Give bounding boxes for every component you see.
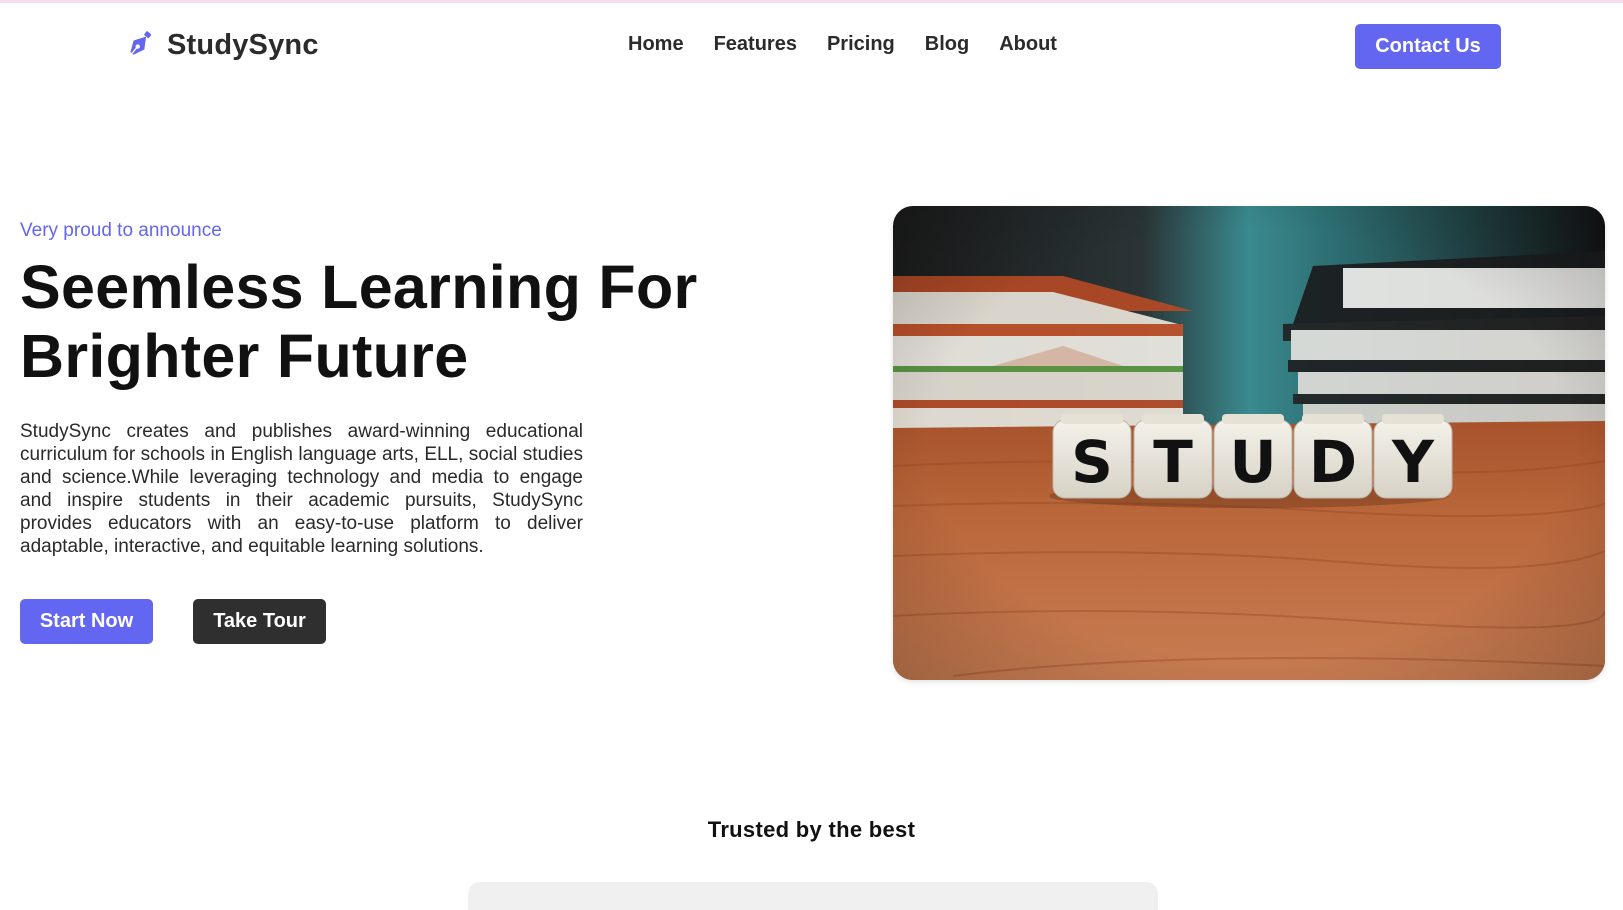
- hero-description: StudySync creates and publishes award-wi…: [20, 421, 583, 557]
- hero-eyebrow: Very proud to announce: [20, 220, 222, 241]
- pen-nib-icon: [130, 31, 152, 55]
- start-now-button[interactable]: Start Now: [20, 599, 153, 644]
- hero-title-line1: Seemless Learning For: [20, 253, 698, 321]
- nav-links: Home Features Pricing Blog About: [628, 33, 1057, 56]
- nav-link-pricing[interactable]: Pricing: [827, 33, 895, 56]
- brand-name: StudySync: [167, 28, 319, 61]
- study-dice-photo: S T U D Y: [893, 206, 1605, 680]
- nav-link-about[interactable]: About: [999, 33, 1057, 56]
- trusted-logo-strip: [468, 882, 1158, 910]
- trusted-title: Trusted by the best: [707, 817, 916, 842]
- nav-link-features[interactable]: Features: [714, 33, 797, 56]
- nav-link-blog[interactable]: Blog: [925, 33, 969, 56]
- hero-title-line2: Brighter Future: [20, 322, 469, 390]
- navbar: StudySync Home Features Pricing Blog Abo…: [0, 3, 1623, 89]
- hero-image: S T U D Y: [893, 206, 1605, 680]
- take-tour-button[interactable]: Take Tour: [193, 599, 326, 644]
- brand-logo[interactable]: StudySync: [122, 28, 319, 62]
- hero-title: Seemless Learning For Brighter Future: [20, 253, 760, 391]
- nav-link-home[interactable]: Home: [628, 33, 684, 56]
- contact-us-button[interactable]: Contact Us: [1355, 24, 1501, 69]
